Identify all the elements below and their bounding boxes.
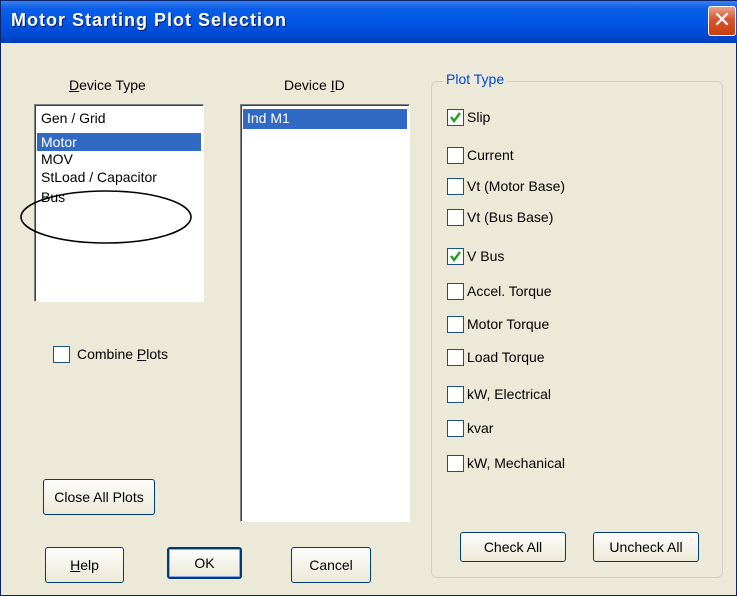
window-title: Motor Starting Plot Selection [11, 10, 288, 30]
cancel-button[interactable]: Cancel [291, 547, 371, 583]
list-item-selected[interactable]: Motor [37, 133, 201, 151]
ok-label: OK [194, 555, 215, 571]
option-label-motor-torque[interactable]: Motor Torque [467, 316, 549, 332]
checkbox-accel-torque[interactable] [447, 283, 464, 300]
option-label-kvar[interactable]: kvar [467, 420, 493, 436]
dialog-window: Motor Starting Plot Selection ✕ Device T… [0, 0, 737, 596]
combine-plots-label[interactable]: Combine Plots [77, 346, 168, 362]
option-label-vt-bus-base[interactable]: Vt (Bus Base) [467, 209, 553, 225]
option-label-slip[interactable]: Slip [467, 109, 490, 125]
list-item-selected[interactable]: Ind M1 [243, 109, 407, 129]
option-label-v-bus[interactable]: V Bus [467, 248, 504, 264]
checkbox-vt-motor-base[interactable] [447, 178, 464, 195]
option-label-accel-torque[interactable]: Accel. Torque [467, 283, 552, 299]
checkbox-vt-bus-base[interactable] [447, 209, 464, 226]
close-icon: ✕ [712, 7, 732, 32]
device-id-list[interactable]: Ind M1 [240, 104, 410, 522]
help-button[interactable]: Help [45, 547, 124, 583]
checkbox-current[interactable] [447, 147, 464, 164]
close-all-plots-button[interactable]: Close All Plots [43, 479, 155, 515]
option-label-current[interactable]: Current [467, 147, 514, 163]
title-bar[interactable]: Motor Starting Plot Selection ✕ [1, 1, 737, 43]
annotation-ellipse [20, 190, 192, 244]
uncheck-all-label: Uncheck All [609, 539, 683, 555]
uncheck-all-button[interactable]: Uncheck All [593, 532, 699, 562]
checkbox-motor-torque[interactable] [447, 316, 464, 333]
checkbox-slip[interactable] [447, 109, 464, 126]
device-id-label: Device ID [284, 77, 345, 93]
list-item[interactable]: Gen / Grid [37, 109, 201, 128]
option-label-kw-electrical[interactable]: kW, Electrical [467, 386, 551, 402]
checkmark-icon [450, 251, 461, 262]
list-item[interactable]: MOV [37, 151, 201, 168]
checkbox-kw-electrical[interactable] [447, 386, 464, 403]
checkbox-v-bus[interactable] [447, 248, 464, 265]
option-label-kw-mechanical[interactable]: kW, Mechanical [467, 455, 565, 471]
checkbox-load-torque[interactable] [447, 349, 464, 366]
option-label-load-torque[interactable]: Load Torque [467, 349, 545, 365]
check-all-label: Check All [483, 539, 543, 555]
help-label: Help [70, 557, 99, 573]
check-all-button[interactable]: Check All [460, 532, 566, 562]
checkmark-icon [450, 112, 461, 123]
checkbox-kvar[interactable] [447, 420, 464, 437]
close-all-plots-label: Close All Plots [54, 489, 144, 505]
checkbox-kw-mechanical[interactable] [447, 455, 464, 472]
option-label-vt-motor-base[interactable]: Vt (Motor Base) [467, 178, 565, 194]
list-item[interactable]: StLoad / Capacitor [37, 169, 201, 186]
cancel-label: Cancel [309, 557, 353, 573]
device-type-label: Device Type [69, 77, 146, 93]
combine-plots-checkbox[interactable] [53, 346, 70, 363]
ok-button[interactable]: OK [167, 547, 242, 579]
close-button[interactable]: ✕ [708, 6, 736, 36]
plot-type-legend: Plot Type [443, 71, 508, 87]
